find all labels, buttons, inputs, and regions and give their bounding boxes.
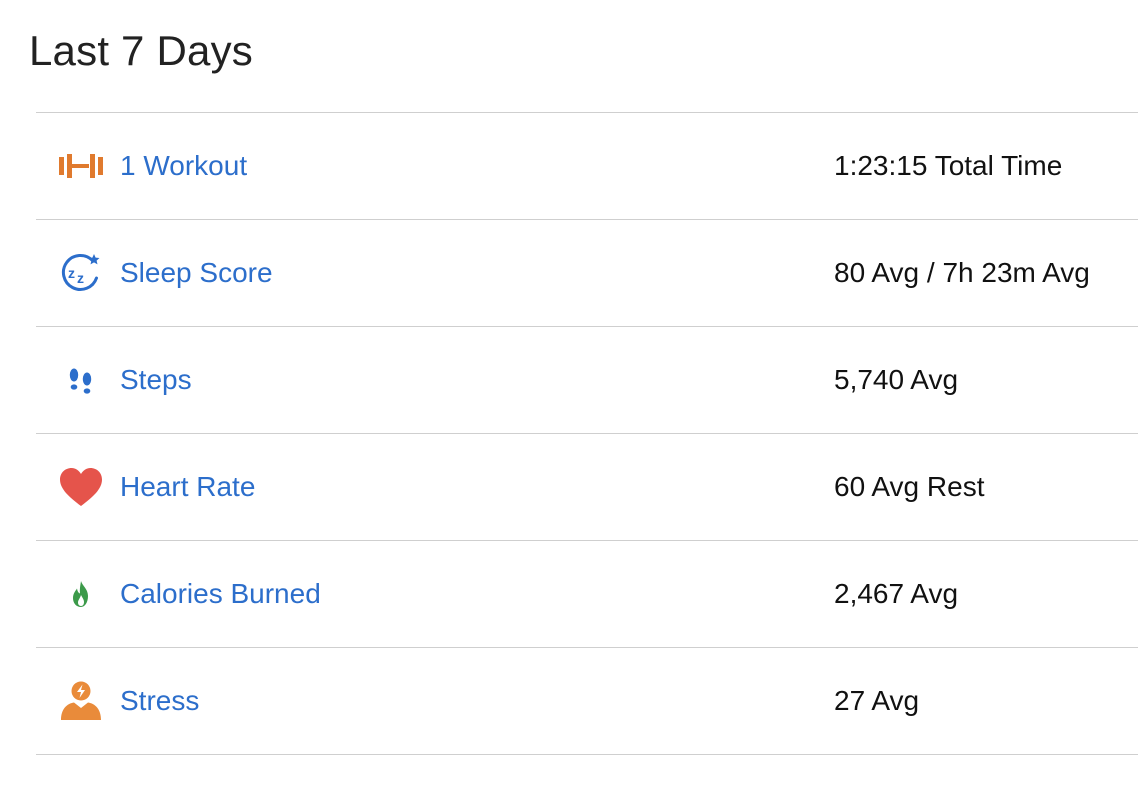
page-title: Last 7 Days (29, 27, 253, 74)
footprints-icon (58, 357, 104, 403)
dumbbell-icon (58, 143, 104, 189)
stress-link[interactable]: Stress (120, 684, 199, 718)
svg-text:z: z (77, 270, 84, 286)
svg-text:z: z (68, 265, 75, 281)
workout-value: 1:23:15 Total Time (834, 150, 1063, 181)
sleep-score-link[interactable]: Sleep Score (120, 256, 273, 290)
sleep-score-value: 80 Avg / 7h 23m Avg (834, 257, 1090, 288)
heart-rate-value: 60 Avg Rest (834, 471, 985, 502)
heart-rate-row: Heart Rate 60 Avg Rest (36, 434, 1138, 541)
steps-link[interactable]: Steps (120, 363, 192, 397)
flame-icon (58, 571, 104, 617)
calories-burned-value: 2,467 Avg (834, 578, 959, 609)
heart-rate-link[interactable]: Heart Rate (120, 470, 255, 504)
heart-icon (58, 464, 104, 510)
calories-burned-link[interactable]: Calories Burned (120, 577, 321, 611)
stress-person-icon (58, 678, 104, 724)
steps-row: Steps 5,740 Avg (36, 327, 1138, 434)
sleep-score-row: z z Sleep Score 80 Avg / 7h 23m Avg (36, 220, 1138, 327)
calories-burned-row: Calories Burned 2,467 Avg (36, 541, 1138, 648)
steps-value: 5,740 Avg (834, 364, 959, 395)
workout-link[interactable]: 1 Workout (120, 149, 247, 183)
sleep-icon: z z (58, 250, 104, 296)
summary-list: 1 Workout 1:23:15 Total Time z z Sleep S… (36, 112, 1138, 755)
stress-row: Stress 27 Avg (36, 648, 1138, 755)
stress-value: 27 Avg (834, 685, 920, 716)
workout-row: 1 Workout 1:23:15 Total Time (36, 113, 1138, 220)
